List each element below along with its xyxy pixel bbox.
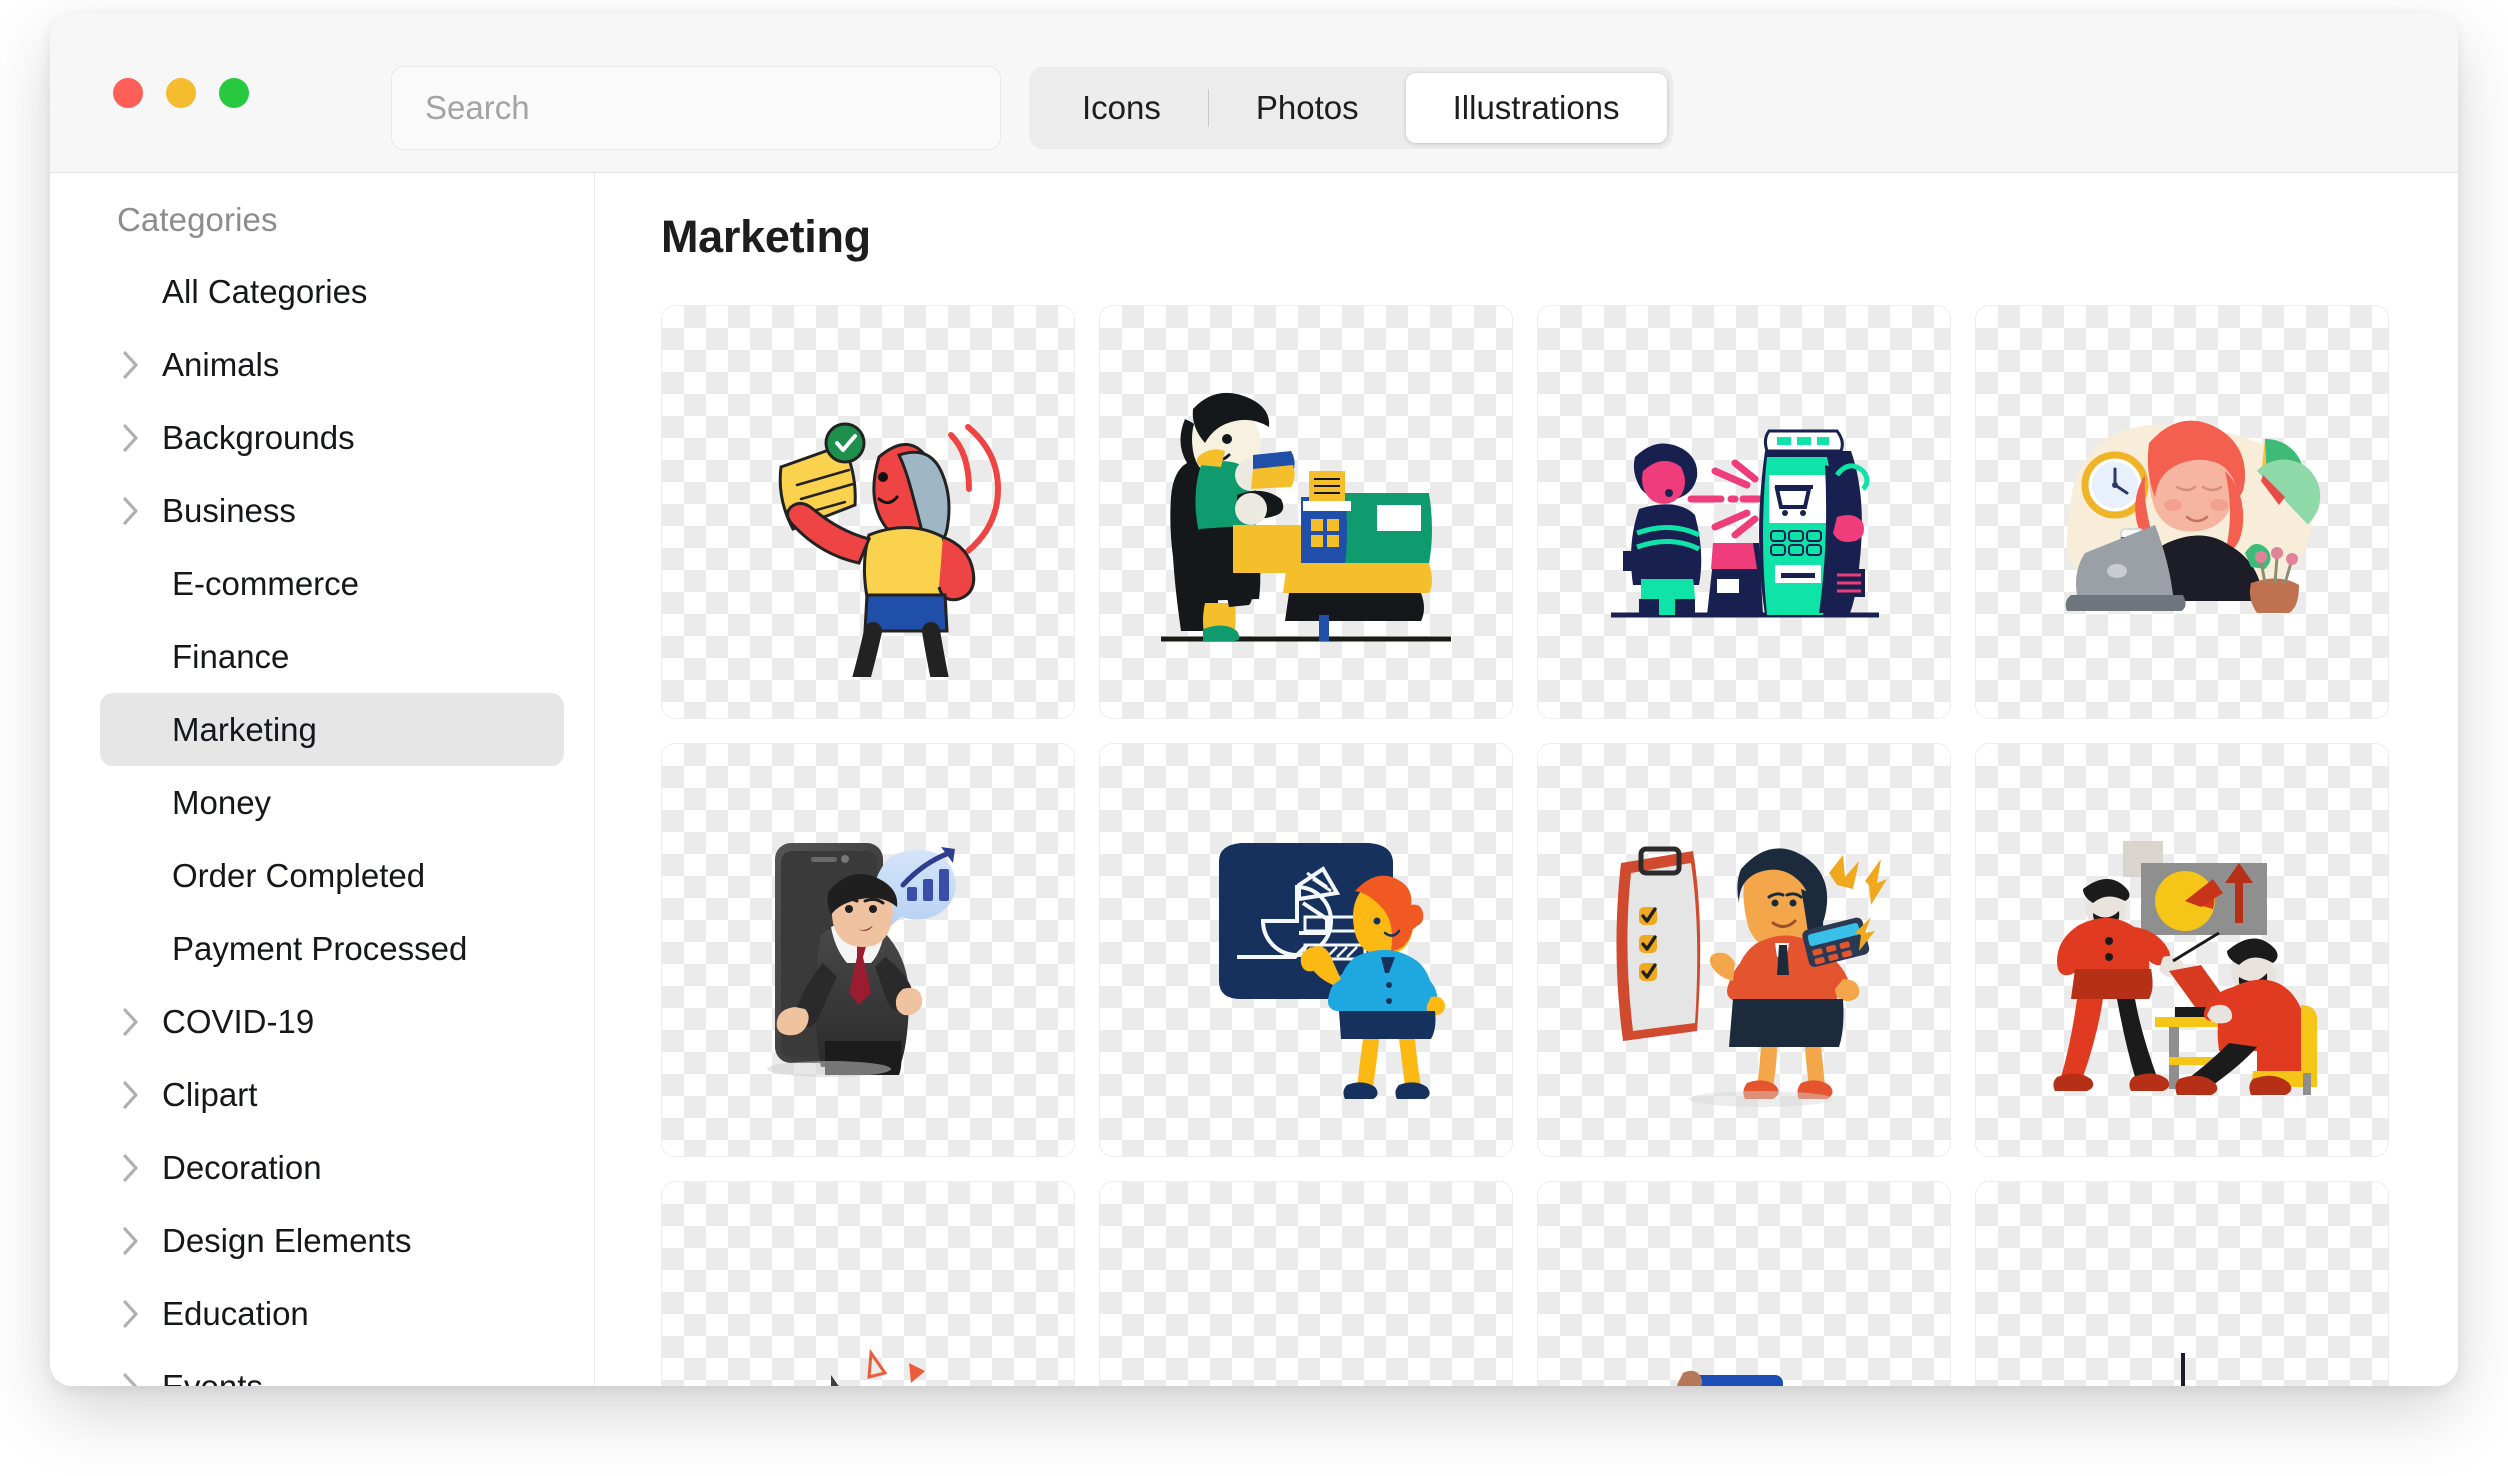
illustration-shop-storefront[interactable] (1099, 1181, 1513, 1386)
illustration-credit-card-payment[interactable] (1537, 1181, 1951, 1386)
illustration-workspace-growth-chart[interactable] (1975, 1181, 2389, 1386)
chevron-right-icon[interactable] (115, 1152, 147, 1184)
page-title: Marketing (661, 211, 871, 262)
illustration-self-checkout-kiosk[interactable] (1537, 305, 1951, 719)
sidebar-item-education[interactable]: Education (100, 1277, 564, 1350)
illustration-art (1538, 1182, 1950, 1386)
sidebar-item-label: E-commerce (172, 564, 360, 602)
sidebar-item-label: All Categories (162, 272, 368, 310)
sidebar-item-label: Money (172, 783, 272, 821)
chevron-right-icon[interactable] (115, 1006, 147, 1038)
sidebar-item-label: Payment Processed (172, 929, 468, 967)
chevron-right-icon[interactable] (115, 1225, 147, 1257)
sidebar-item-money[interactable]: Money (100, 766, 564, 839)
sidebar-item-finance[interactable]: Finance (100, 620, 564, 693)
illustration-checklist-calculator[interactable] (1537, 743, 1951, 1157)
sidebar-item-marketing[interactable]: Marketing (100, 693, 564, 766)
sidebar-item-label: Education (162, 1294, 309, 1332)
sidebar-item-label: Design Elements (162, 1221, 412, 1259)
sidebar-item-decoration[interactable]: Decoration (100, 1131, 564, 1204)
sidebar-item-e-commerce[interactable]: E-commerce (100, 547, 564, 620)
illustration-art (1538, 744, 1950, 1156)
sidebar-item-events[interactable]: Events (100, 1350, 564, 1386)
illustration-art (1976, 1182, 2388, 1386)
traffic-lights (113, 78, 249, 108)
illustration-phone-businessman-growth[interactable] (661, 743, 1075, 1157)
illustration-art (1538, 306, 1950, 718)
chevron-right-icon[interactable] (115, 422, 147, 454)
chevron-right-icon[interactable] (115, 495, 147, 527)
sidebar-item-order-completed[interactable]: Order Completed (100, 839, 564, 912)
illustration-art (1100, 744, 1512, 1156)
sidebar: Categories All Categories Animals Backgr… (50, 173, 595, 1386)
sidebar-item-design-elements[interactable]: Design Elements (100, 1204, 564, 1277)
library-type-segmented-control[interactable]: Icons Photos Illustrations (1029, 67, 1673, 149)
illustration-approved-document-character[interactable] (661, 305, 1075, 719)
chevron-right-icon[interactable] (115, 1371, 147, 1386)
sidebar-item-all-categories[interactable]: All Categories (100, 255, 564, 328)
category-list: All Categories Animals Backgrounds Busin… (50, 255, 594, 1386)
content-area: Marketing (595, 173, 2458, 1386)
tab-photos[interactable]: Photos (1209, 73, 1406, 143)
sidebar-item-label: COVID-19 (162, 1002, 315, 1040)
search-input[interactable] (423, 88, 969, 128)
illustration-creative-sketch[interactable] (661, 1181, 1075, 1386)
tab-illustrations[interactable]: Illustrations (1405, 73, 1667, 143)
sidebar-item-backgrounds[interactable]: Backgrounds (100, 401, 564, 474)
sidebar-item-label: Order Completed (172, 856, 426, 894)
tab-illustrations-label: Illustrations (1452, 89, 1620, 126)
illustration-art (1976, 306, 2388, 718)
sidebar-item-business[interactable]: Business (100, 474, 564, 547)
chevron-right-icon[interactable] (115, 349, 147, 381)
illustration-art (1976, 744, 2388, 1156)
sidebar-item-label: Clipart (162, 1075, 258, 1113)
search-box[interactable] (391, 66, 1001, 150)
sidebar-item-label: Events (162, 1367, 263, 1387)
minimize-button[interactable] (166, 78, 196, 108)
sidebar-item-clipart[interactable]: Clipart (100, 1058, 564, 1131)
illustration-grid (661, 305, 2458, 1386)
tab-icons[interactable]: Icons (1035, 73, 1208, 143)
illustration-art (662, 1182, 1074, 1386)
close-button[interactable] (113, 78, 143, 108)
chevron-right-icon[interactable] (115, 1079, 147, 1111)
app-window: Icons Photos Illustrations Categories Al… (50, 14, 2458, 1386)
illustration-art (1100, 306, 1512, 718)
illustration-art (662, 306, 1074, 718)
sidebar-item-label: Finance (172, 637, 290, 675)
tab-icons-label: Icons (1082, 89, 1161, 126)
titlebar: Icons Photos Illustrations (50, 14, 2458, 173)
sidebar-item-payment-processed[interactable]: Payment Processed (100, 912, 564, 985)
zoom-button[interactable] (219, 78, 249, 108)
sidebar-item-animals[interactable]: Animals (100, 328, 564, 401)
sidebar-item-label: Decoration (162, 1148, 322, 1186)
chevron-right-icon[interactable] (115, 1298, 147, 1330)
illustration-office-pie-chart-meeting[interactable] (1975, 743, 2389, 1157)
illustration-art (662, 744, 1074, 1156)
sidebar-item-label: Marketing (172, 710, 317, 748)
window-body: Categories All Categories Animals Backgr… (50, 173, 2458, 1386)
sidebar-item-covid-19[interactable]: COVID-19 (100, 985, 564, 1058)
illustration-checkout-cash-register[interactable] (1099, 305, 1513, 719)
illustration-woman-laptop-analytics[interactable] (1975, 305, 2389, 719)
illustration-art (1100, 1182, 1512, 1386)
sidebar-heading: Categories (117, 201, 278, 238)
sidebar-item-label: Animals (162, 345, 280, 383)
illustration-presentation-pie-chart[interactable] (1099, 743, 1513, 1157)
sidebar-item-label: Backgrounds (162, 418, 355, 456)
sidebar-item-label: Business (162, 491, 296, 529)
tab-photos-label: Photos (1255, 89, 1359, 126)
